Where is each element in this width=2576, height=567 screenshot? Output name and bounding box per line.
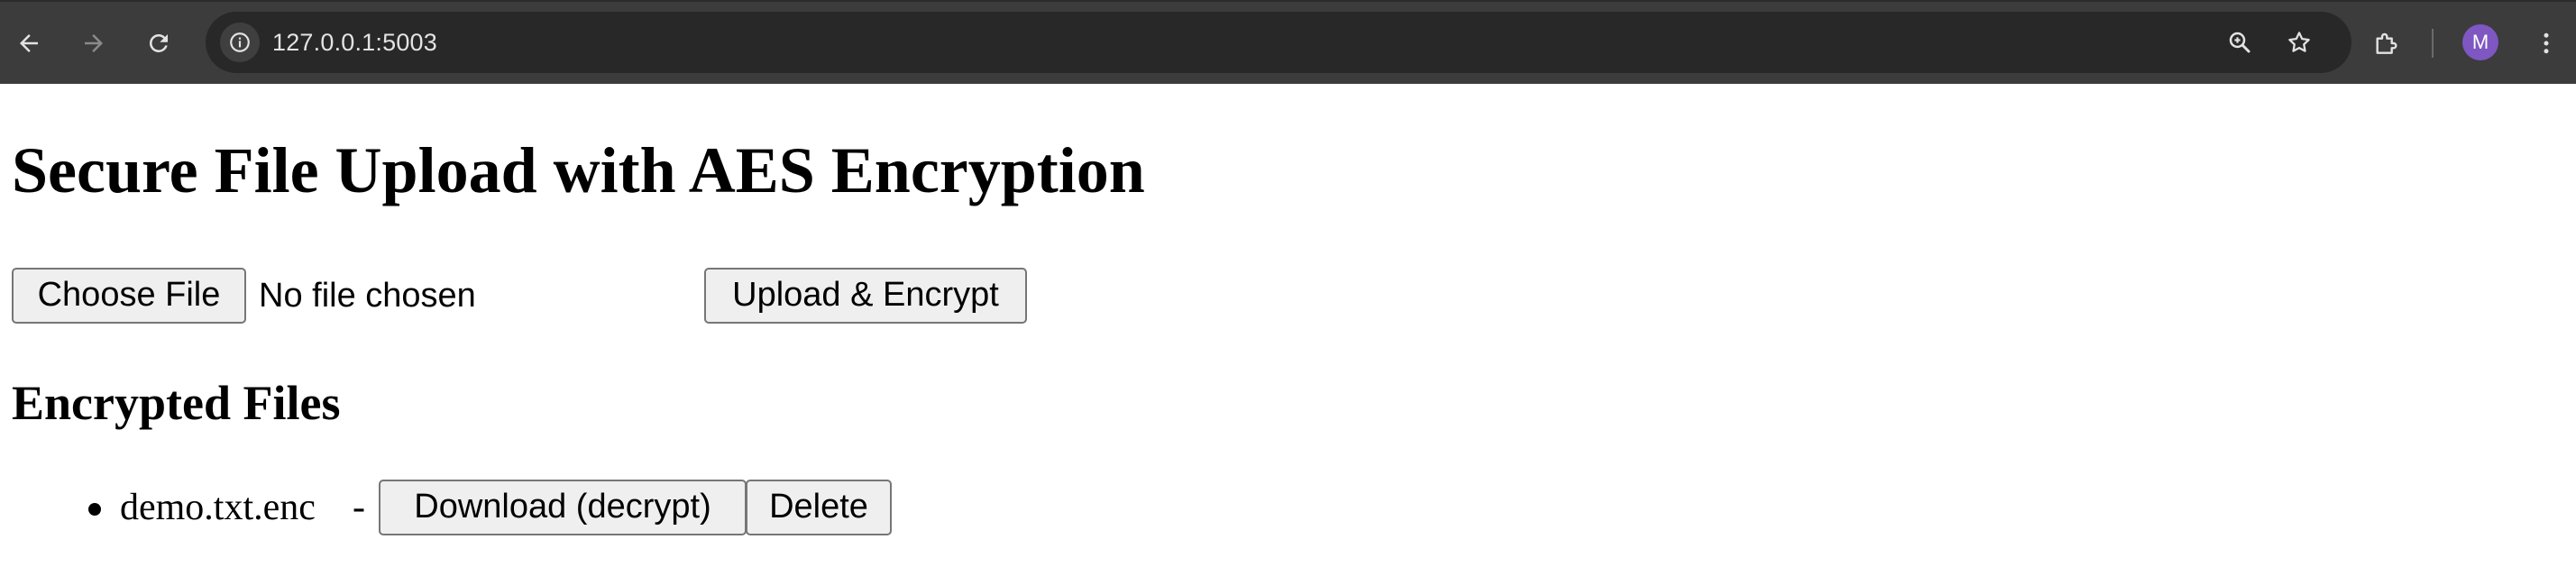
- forward-button[interactable]: [72, 22, 115, 65]
- encrypted-files-heading: Encrypted Files: [12, 376, 341, 430]
- reload-button[interactable]: [137, 22, 180, 65]
- zoom-icon: [2229, 32, 2251, 53]
- upload-form: Choose File No file chosen Upload & Encr…: [12, 268, 1094, 324]
- separator: -: [353, 487, 365, 528]
- file-status-text: No file chosen: [259, 277, 476, 315]
- list-item: demo.txt.enc - Download (decrypt) Delete: [12, 480, 1364, 535]
- bookmark-button[interactable]: [2281, 24, 2317, 60]
- arrow-right-icon: [85, 34, 103, 52]
- file-name: demo.txt.enc: [120, 487, 316, 528]
- browser-menu-button[interactable]: [2525, 22, 2568, 65]
- info-icon: [230, 32, 250, 52]
- arrow-left-icon: [20, 34, 38, 52]
- site-info-button[interactable]: [220, 23, 260, 62]
- puzzle-icon: [2376, 32, 2397, 54]
- address-bar[interactable]: 127.0.0.1:5003: [206, 12, 2351, 73]
- page-title: Secure File Upload with AES Encryption: [12, 134, 1145, 206]
- star-icon: [2288, 32, 2310, 52]
- upload-encrypt-button[interactable]: Upload & Encrypt: [704, 268, 1027, 324]
- url-text[interactable]: 127.0.0.1:5003: [272, 12, 437, 73]
- browser-toolbar: 127.0.0.1:5003 M: [0, 0, 2576, 84]
- download-decrypt-button[interactable]: Download (decrypt): [379, 480, 747, 535]
- back-button[interactable]: [7, 22, 50, 65]
- toolbar-divider: [2432, 29, 2434, 58]
- zoom-button[interactable]: [2222, 24, 2258, 60]
- kebab-menu-icon: [2544, 32, 2549, 54]
- choose-file-button[interactable]: Choose File: [12, 268, 246, 324]
- delete-button[interactable]: Delete: [746, 480, 892, 535]
- profile-avatar[interactable]: M: [2462, 24, 2498, 60]
- bullet-icon: [88, 503, 101, 516]
- encrypted-files-list: demo.txt.enc - Download (decrypt) Delete: [12, 480, 1364, 535]
- reload-icon: [150, 33, 168, 52]
- extensions-button[interactable]: [2364, 22, 2407, 65]
